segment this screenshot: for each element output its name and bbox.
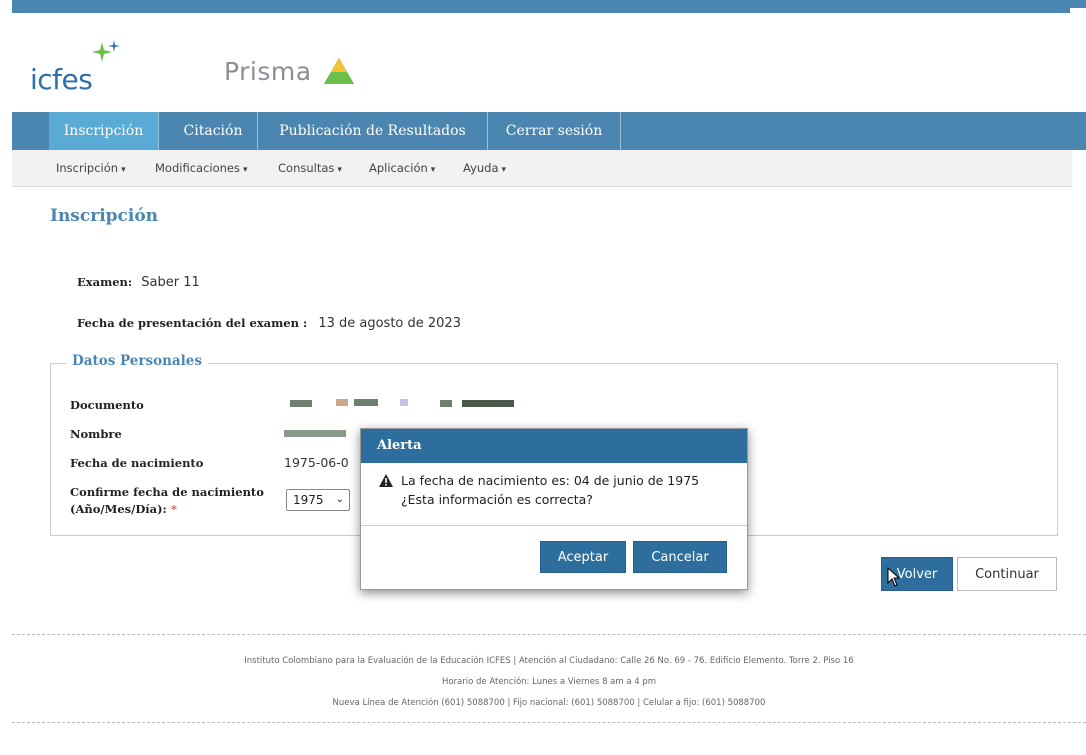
footer-line-1: Instituto Colombiano para la Evaluación … [244,656,854,666]
continuar-button[interactable]: Continuar [957,557,1057,591]
top-stripe-right [1070,0,1086,8]
alert-modal-divider [361,525,747,526]
caret-down-icon: ▾ [430,165,436,175]
year-select[interactable]: 1975 ⌄ [286,489,350,511]
datos-personales-legend: Datos Personales [66,353,208,369]
subnav-ayuda-label: Ayuda [463,161,499,175]
subnav-aplicacion-label: Aplicación [369,161,428,175]
icfes-logo[interactable]: icfes [30,40,120,96]
alert-modal-body: La fecha de nacimiento es: 04 de junio d… [379,471,729,509]
caret-down-icon: ▾ [337,165,342,175]
examen-value: Saber 11 [141,275,200,290]
subnav-consultas-label: Consultas [278,161,335,175]
fecha-examen-row: Fecha de presentación del examen : 13 de… [77,312,461,331]
chevron-down-icon: ⌄ [335,494,344,505]
page-title: Inscripción [50,206,159,226]
tab-inscripcion[interactable]: Inscripción [49,112,159,150]
top-stripe [12,0,1070,13]
tab-cerrar-sesion[interactable]: Cerrar sesión [488,112,621,150]
cancelar-button[interactable]: Cancelar [633,541,727,573]
prisma-logo-text: Prisma [224,56,312,86]
alert-modal-title: Alerta [361,429,747,463]
fecha-examen-value: 13 de agosto de 2023 [318,316,461,331]
subnav-modificaciones-label: Modificaciones [155,161,240,175]
mouse-pointer-icon [887,567,901,587]
confirme-fecha-label-line1: Confirme fecha de nacimiento [70,485,264,499]
alert-modal-message: La fecha de nacimiento es: 04 de junio d… [401,473,700,507]
year-select-value: 1975 [293,493,324,507]
caret-down-icon: ▾ [501,165,507,175]
main-nav: Inscripción Citación Publicación de Resu… [12,112,1086,150]
prisma-triangle-icon [323,58,354,84]
fecha-nacimiento-value: 1975-06-0 [284,455,349,470]
nombre-value-redacted [284,428,364,440]
tab-citacion[interactable]: Citación [169,112,258,150]
aceptar-button[interactable]: Aceptar [540,541,626,573]
tab-publicacion-resultados[interactable]: Publicación de Resultados [258,112,488,150]
confirme-fecha-label-text: (Año/Mes/Día): [70,502,167,516]
caret-down-icon: ▾ [242,165,248,175]
subnav-modificaciones[interactable]: Modificaciones ▾ [155,150,248,186]
required-mark: * [170,502,177,516]
nombre-label: Nombre [70,427,122,441]
footer-divider-top [12,634,1086,635]
subnav-aplicacion[interactable]: Aplicación ▾ [369,150,435,186]
fecha-nacimiento-label: Fecha de nacimiento [70,456,204,470]
icfes-logo-text: icfes [30,63,93,96]
subnav-consultas[interactable]: Consultas ▾ [278,150,342,186]
examen-row: Examen: Saber 11 [77,271,200,290]
subnav-inscripcion[interactable]: Inscripción ▾ [56,150,126,186]
footer-line-2: Horario de Atención: Lunes a Viernes 8 a… [441,677,657,687]
subnav-inscripcion-label: Inscripción [56,161,119,175]
sub-nav: Inscripción ▾ Modificaciones ▾ Consultas ▾ … [12,150,1072,187]
documento-value-redacted [290,398,520,410]
footer-line-3: Nueva Línea de Atención (601) 5088700 | … [332,698,766,708]
warning-icon [379,474,393,487]
alert-modal: Alerta La fecha de nacimiento es: 04 de … [360,428,748,590]
confirme-fecha-label-line2: (Año/Mes/Día): * [70,502,177,516]
caret-down-icon: ▾ [121,165,126,175]
examen-label: Examen: [77,275,133,289]
fecha-examen-label: Fecha de presentación del examen : [77,316,308,330]
prisma-logo: Prisma [224,56,356,86]
footer-divider-bottom [12,722,1086,723]
subnav-ayuda[interactable]: Ayuda ▾ [463,150,506,186]
icfes-star-icon [92,40,120,62]
documento-label: Documento [70,398,144,412]
